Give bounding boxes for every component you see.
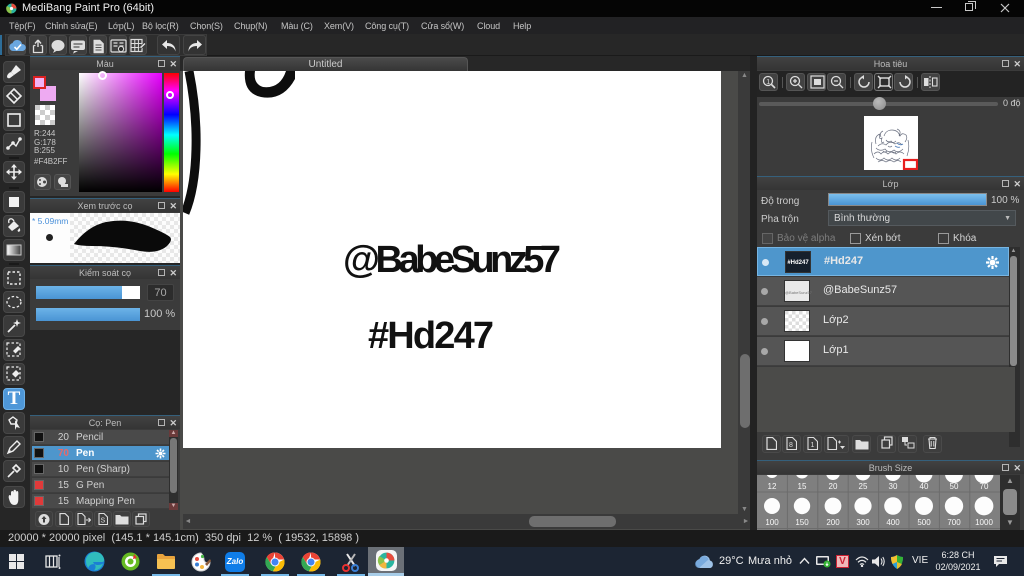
svg-text:1000: 1000 — [975, 518, 993, 527]
svg-text:1: 1 — [766, 79, 770, 86]
svg-text:8: 8 — [789, 442, 793, 449]
svg-text:15: 15 — [798, 482, 807, 491]
svg-text:30: 30 — [889, 482, 898, 491]
svg-text:40: 40 — [920, 482, 929, 491]
svg-text:500: 500 — [917, 518, 931, 527]
svg-text:100: 100 — [765, 518, 779, 527]
svg-text:200: 200 — [826, 518, 840, 527]
svg-text:150: 150 — [795, 518, 809, 527]
svg-text:700: 700 — [947, 518, 961, 527]
svg-text:1: 1 — [811, 442, 815, 449]
svg-text:25: 25 — [859, 482, 868, 491]
svg-text:50: 50 — [950, 482, 959, 491]
svg-text:20: 20 — [829, 482, 838, 491]
svg-text:S: S — [101, 518, 106, 525]
svg-text:#Hd247: #Hd247 — [368, 315, 494, 357]
svg-text:12: 12 — [768, 482, 777, 491]
svg-text:70: 70 — [980, 482, 989, 491]
svg-text:300: 300 — [856, 518, 870, 527]
svg-text:@BabeSunz57: @BabeSunz57 — [343, 239, 561, 281]
svg-text:400: 400 — [886, 518, 900, 527]
